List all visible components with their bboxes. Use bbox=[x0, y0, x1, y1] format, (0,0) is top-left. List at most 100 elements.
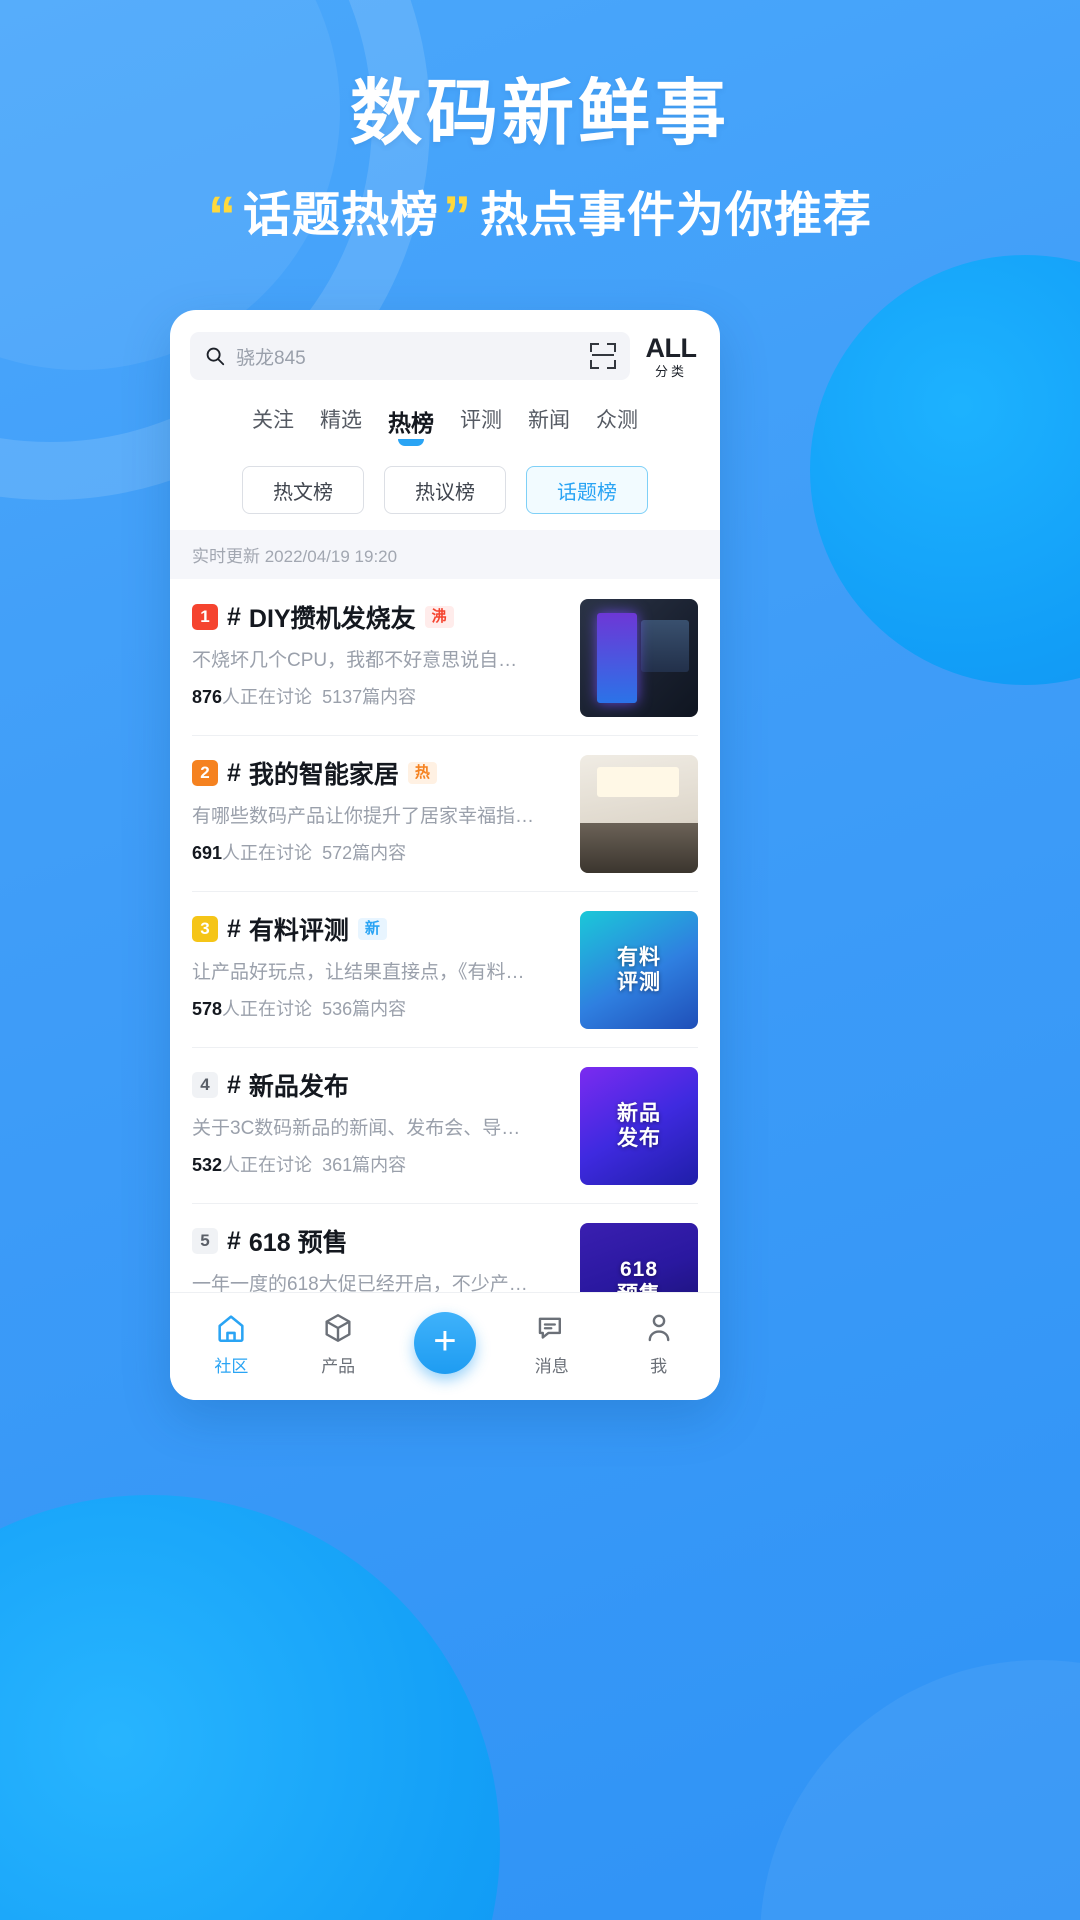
discussing-suffix: 人正在讨论 bbox=[222, 999, 313, 1019]
topic-stats: 532人正在讨论 361篇内容 bbox=[192, 1151, 566, 1177]
nav-item-chanpin[interactable]: 产品 bbox=[294, 1311, 382, 1377]
page-title: 数码新鲜事 bbox=[349, 74, 730, 154]
search-row: 骁龙845 ALL 分类 bbox=[170, 310, 720, 390]
topic-tag: 热 bbox=[407, 761, 437, 785]
topic-thumbnail[interactable] bbox=[580, 599, 698, 717]
update-timestamp: 实时更新 2022/04/19 19:20 bbox=[170, 530, 720, 579]
topic-title: 我的智能家居 bbox=[248, 761, 399, 789]
topic-title-row: 5 # 618 预售 bbox=[192, 1223, 566, 1259]
topic-stats: 876人正在讨论 5137篇内容 bbox=[192, 683, 566, 709]
user-icon bbox=[648, 1314, 669, 1341]
discussing-suffix: 人正在讨论 bbox=[222, 1155, 313, 1175]
hash-icon: # bbox=[227, 1070, 241, 1099]
topic-title-row: 3 # 有料评测 新 bbox=[192, 911, 566, 947]
search-icon bbox=[206, 347, 225, 366]
all-category-label: ALL bbox=[645, 332, 697, 363]
topic-info: 2 # 我的智能家居 热 有哪些数码产品让你提升了居家幸福指… 691人正在讨论… bbox=[192, 755, 566, 873]
filter-chip-group: 热文榜 热议榜 话题榜 bbox=[170, 452, 720, 530]
topic-description: 有哪些数码产品让你提升了居家幸福指… bbox=[192, 806, 535, 827]
hero-banner: 数码新鲜事 “话题热榜” 热点事件为你推荐 bbox=[0, 0, 1080, 245]
chip-reyibang[interactable]: 热议榜 bbox=[384, 466, 506, 514]
hash-icon: # bbox=[227, 602, 241, 631]
thumbnail-caption: 新品 发布 bbox=[617, 1101, 661, 1150]
bottom-nav: 社区 产品 + 消息 我 bbox=[170, 1292, 720, 1400]
topic-info: 4 # 新品发布 关于3C数码新品的新闻、发布会、导… 532人正在讨论 361… bbox=[192, 1067, 566, 1185]
tab-xinwen[interactable]: 新闻 bbox=[528, 404, 570, 448]
topic-stats: 691人正在讨论 572篇内容 bbox=[192, 839, 566, 865]
phone-mockup: 骁龙845 ALL 分类 关注 精选 热榜 评测 新闻 众测 热文榜 热议榜 话… bbox=[170, 310, 720, 1400]
discussing-count: 532 bbox=[192, 1155, 223, 1175]
chip-huatibang[interactable]: 话题榜 bbox=[526, 466, 648, 514]
box-icon bbox=[325, 1313, 351, 1342]
tab-jingxuan[interactable]: 精选 bbox=[320, 404, 362, 448]
topic-title: 有料评测 bbox=[248, 917, 349, 945]
discussing-count: 876 bbox=[192, 687, 223, 707]
message-icon bbox=[538, 1317, 561, 1339]
search-input[interactable]: 骁龙845 bbox=[190, 332, 630, 380]
topic-title-row: 1 # DIY攒机发烧友 沸 bbox=[192, 599, 566, 635]
topic-info: 1 # DIY攒机发烧友 沸 不烧坏几个CPU，我都不好意思说自… 876人正在… bbox=[192, 599, 566, 717]
topic-tag: 沸 bbox=[424, 605, 454, 629]
table-row[interactable]: 5 # 618 预售 一年一度的618大促已经开启，不少产… 379人正在讨论 … bbox=[170, 1203, 720, 1292]
hash-icon: # bbox=[227, 758, 241, 787]
plus-icon[interactable]: + bbox=[413, 1311, 476, 1374]
topic-list: 1 # DIY攒机发烧友 沸 不烧坏几个CPU，我都不好意思说自… 876人正在… bbox=[170, 579, 720, 1292]
discussing-count: 691 bbox=[192, 843, 223, 863]
nav-item-publish[interactable]: + bbox=[401, 1311, 489, 1376]
topic-title: DIY攒机发烧友 bbox=[248, 605, 416, 633]
discussing-count: 578 bbox=[192, 999, 223, 1019]
table-row[interactable]: 2 # 我的智能家居 热 有哪些数码产品让你提升了居家幸福指… 691人正在讨论… bbox=[170, 735, 720, 891]
table-row[interactable]: 1 # DIY攒机发烧友 沸 不烧坏几个CPU，我都不好意思说自… 876人正在… bbox=[170, 579, 720, 735]
topic-info: 3 # 有料评测 新 让产品好玩点，让结果直接点，《有料… 578人正在讨论 5… bbox=[192, 911, 566, 1029]
hero-subtitle-rest: 热点事件为你推荐 bbox=[480, 188, 873, 242]
quote-open-icon: “ bbox=[207, 183, 237, 247]
hash-icon: # bbox=[227, 1226, 241, 1255]
topic-description: 一年一度的618大促已经开启，不少产… bbox=[192, 1274, 528, 1292]
topic-title: 新品发布 bbox=[248, 1073, 349, 1101]
topic-title-row: 2 # 我的智能家居 热 bbox=[192, 755, 566, 791]
search-input-value: 骁龙845 bbox=[236, 347, 306, 369]
topic-tag: 新 bbox=[357, 917, 387, 941]
tab-pingce[interactable]: 评测 bbox=[460, 404, 502, 448]
quote-close-icon: ” bbox=[443, 183, 472, 247]
tab-guanzhu[interactable]: 关注 bbox=[252, 404, 294, 448]
topic-thumbnail[interactable]: 新品 发布 bbox=[580, 1067, 698, 1185]
topic-description: 关于3C数码新品的新闻、发布会、导… bbox=[192, 1118, 521, 1139]
topic-title-row: 4 # 新品发布 bbox=[192, 1067, 566, 1103]
article-count: 5137篇内容 bbox=[322, 687, 417, 707]
nav-label-xiaoxi: 消息 bbox=[534, 1356, 569, 1376]
topic-thumbnail[interactable]: 有料 评测 bbox=[580, 911, 698, 1029]
thumbnail-caption: 有料 评测 bbox=[617, 945, 661, 994]
topic-thumbnail[interactable]: 618预售 bbox=[580, 1223, 698, 1292]
home-icon bbox=[218, 1314, 244, 1342]
all-category-sublabel: 分类 bbox=[654, 363, 687, 379]
topic-description: 不烧坏几个CPU，我都不好意思说自… bbox=[192, 650, 518, 671]
nav-item-shequ[interactable]: 社区 bbox=[187, 1311, 275, 1377]
article-count: 572篇内容 bbox=[322, 843, 407, 863]
topic-stats: 578人正在讨论 536篇内容 bbox=[192, 995, 566, 1021]
topic-thumbnail[interactable] bbox=[580, 755, 698, 873]
tab-rebang[interactable]: 热榜 bbox=[388, 404, 434, 448]
table-row[interactable]: 3 # 有料评测 新 让产品好玩点，让结果直接点，《有料… 578人正在讨论 5… bbox=[170, 891, 720, 1047]
hero-subtitle: “话题热榜” 热点事件为你推荐 bbox=[0, 175, 1080, 245]
rank-badge: 2 bbox=[192, 760, 218, 786]
table-row[interactable]: 4 # 新品发布 关于3C数码新品的新闻、发布会、导… 532人正在讨论 361… bbox=[170, 1047, 720, 1203]
hero-subtitle-quoted: 话题热榜 bbox=[242, 188, 439, 242]
tab-bar: 关注 精选 热榜 评测 新闻 众测 bbox=[170, 390, 720, 452]
rank-badge: 4 bbox=[192, 1072, 218, 1098]
scan-code-icon[interactable] bbox=[590, 343, 616, 369]
tab-zhongce[interactable]: 众测 bbox=[596, 404, 638, 448]
rank-badge: 5 bbox=[192, 1228, 218, 1254]
nav-item-xiaoxi[interactable]: 消息 bbox=[508, 1311, 596, 1377]
article-count: 536篇内容 bbox=[322, 999, 407, 1019]
article-count: 361篇内容 bbox=[322, 1155, 407, 1175]
all-category-button[interactable]: ALL 分类 bbox=[642, 332, 700, 379]
nav-label-chanpin: 产品 bbox=[321, 1356, 356, 1376]
discussing-suffix: 人正在讨论 bbox=[222, 687, 313, 707]
chip-rewenbang[interactable]: 热文榜 bbox=[242, 466, 364, 514]
nav-item-wo[interactable]: 我 bbox=[615, 1311, 703, 1377]
thumbnail-caption: 618预售 bbox=[617, 1257, 660, 1292]
rank-badge: 3 bbox=[192, 916, 218, 942]
nav-label-wo: 我 bbox=[650, 1356, 668, 1376]
topic-title: 618 预售 bbox=[248, 1229, 348, 1257]
